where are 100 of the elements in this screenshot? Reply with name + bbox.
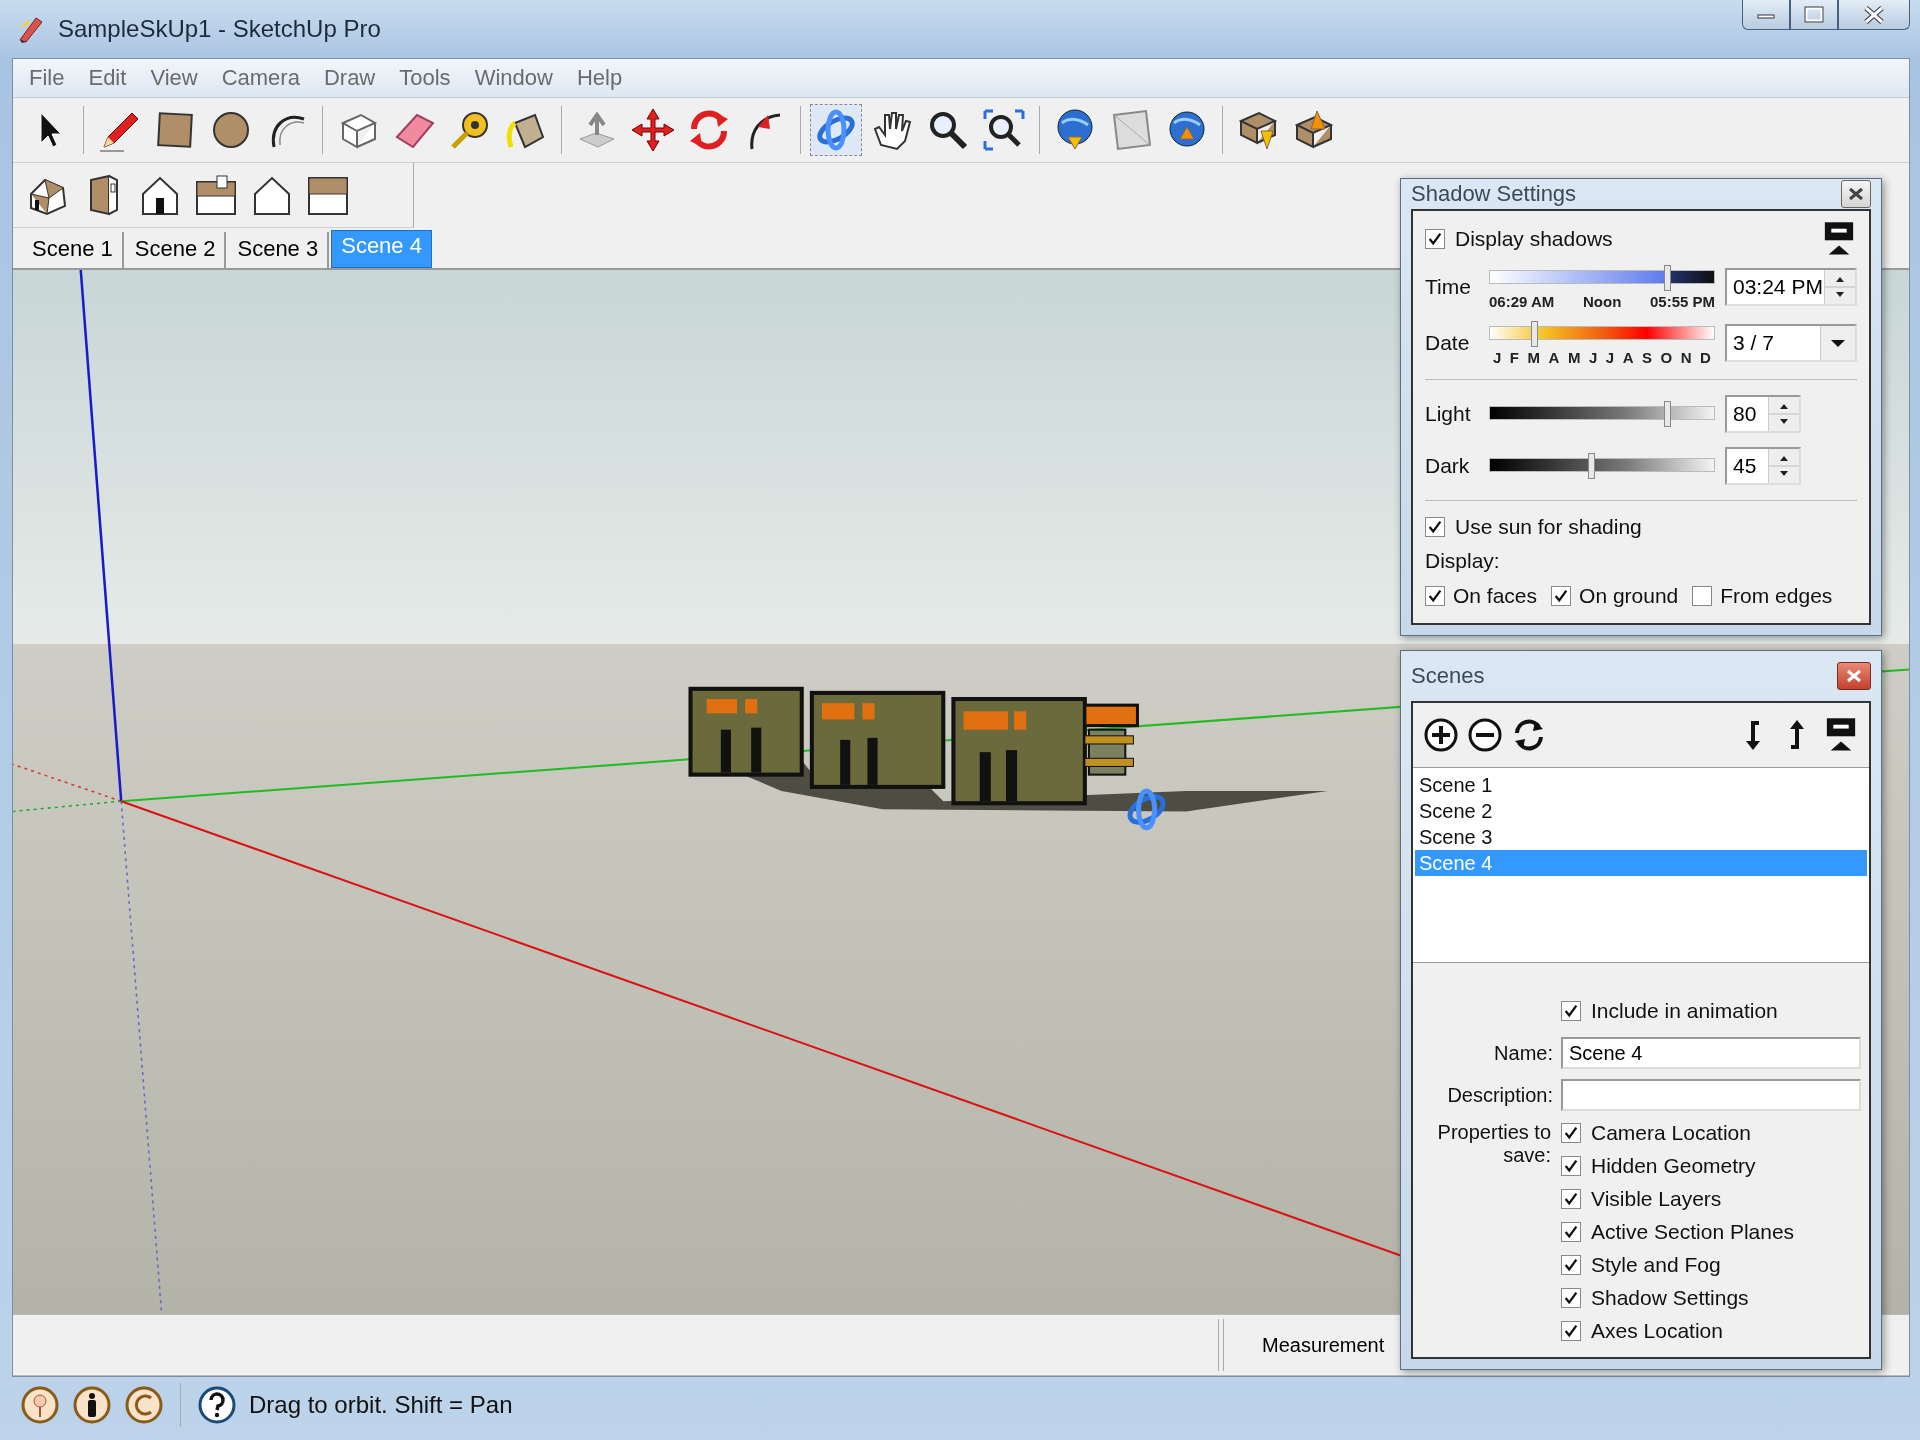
menu-item[interactable]: Help [566,63,633,93]
checkbox[interactable] [1425,517,1445,537]
minimize-button[interactable] [1742,0,1790,30]
checkbox[interactable] [1561,1222,1581,1242]
menu-item[interactable]: View [140,63,208,93]
checkbox[interactable] [1561,1001,1581,1021]
checkbox[interactable] [1692,586,1713,606]
description-field[interactable] [1561,1079,1861,1111]
month-label: J [1493,348,1502,366]
scene-list-item[interactable]: Scene 2 [1415,798,1867,824]
time-slider[interactable] [1489,264,1715,291]
field-label: Light [1425,402,1472,426]
checkbox-label: On ground [1579,584,1679,608]
slider-tick-label: Noon [1582,292,1622,310]
checkbox[interactable] [1561,1123,1581,1143]
month-label: A [1622,348,1634,366]
checkbox-label: Style and Fog [1591,1253,1721,1277]
close-button[interactable] [1837,662,1871,690]
field-label: Description: [1446,1083,1553,1107]
status-message: Drag to orbit. Shift = Pan [249,1390,513,1419]
checkbox-label: Include in animation [1591,999,1778,1023]
checkbox-label: Camera Location [1591,1121,1751,1145]
menu-item[interactable]: Draw [313,63,386,93]
checkbox-label: Display shadows [1455,227,1613,251]
close-button[interactable] [1838,0,1910,30]
month-label: J [1605,348,1615,366]
checkbox-label: Hidden Geometry [1591,1154,1756,1178]
field-label: Properties to save: [1436,1121,1551,1167]
date-slider[interactable] [1489,320,1715,347]
field-label: Time [1425,275,1472,299]
remove-icon[interactable] [1467,717,1503,753]
checkbox[interactable] [1561,1288,1581,1308]
light-slider[interactable] [1489,401,1715,427]
number-field[interactable]: 45 [1725,447,1801,485]
month-label: M [1567,348,1581,366]
credits-icon[interactable] [124,1384,164,1425]
close-icon [1848,187,1864,201]
checkbox[interactable] [1561,1321,1581,1341]
time-field[interactable]: 03:24 PM [1725,268,1857,306]
checkbox[interactable] [1561,1255,1581,1275]
checkbox[interactable] [1425,229,1445,249]
field-label: Dark [1425,454,1471,478]
checkbox-label: Visible Layers [1591,1187,1722,1211]
help-icon[interactable] [197,1384,237,1425]
close-button[interactable] [1841,180,1871,208]
orbit-icon[interactable] [811,105,861,155]
slider-tick-label: 06:29 AM [1489,292,1555,310]
spin-buttons[interactable] [1824,270,1855,304]
menu-item[interactable]: Edit [78,63,137,93]
menu-item[interactable]: Window [464,63,563,93]
orbit-cursor-icon [1127,788,1166,831]
field-label: Date [1425,331,1471,355]
dark-slider[interactable] [1489,453,1715,479]
spin-buttons[interactable] [1768,397,1799,431]
menu-item[interactable]: Camera [211,63,310,93]
panel-title: Scenes [1411,663,1485,689]
slider-thumb[interactable] [1587,453,1595,479]
menu-item[interactable]: File [19,63,75,93]
dropdown-caret-icon[interactable] [1820,326,1855,360]
maximize-icon [1803,5,1825,24]
close-icon [1863,5,1885,24]
slider-tick-label: 05:55 PM [1649,292,1715,310]
name-field[interactable]: Scene 4 [1561,1037,1861,1069]
spin-buttons[interactable] [1768,449,1799,483]
menu-item[interactable]: Tools [389,63,461,93]
checkbox[interactable] [1561,1156,1581,1176]
section-label: Display: [1425,548,1501,574]
scene-list-item[interactable]: Scene 3 [1415,824,1867,850]
month-label: J [1588,348,1598,366]
geo-location-icon[interactable] [20,1384,60,1425]
checkbox-label: Axes Location [1591,1319,1723,1343]
checkbox[interactable] [1561,1189,1581,1209]
month-label: D [1700,348,1711,366]
number-field[interactable]: 80 [1725,395,1801,433]
slider-thumb[interactable] [1530,320,1538,347]
window-title: SampleSkUp1 - SketchUp Pro [58,15,381,43]
date-dropdown[interactable]: 3 / 7 [1725,324,1857,362]
checkbox-label: From edges [1720,584,1833,608]
slider-thumb[interactable] [1664,264,1672,291]
maximize-button[interactable] [1790,0,1838,30]
checkbox-label: On faces [1453,584,1538,608]
checkbox-label: Active Section Planes [1591,1220,1795,1244]
person-icon[interactable] [72,1384,112,1425]
checkbox[interactable] [1425,586,1445,606]
month-label: F [1509,348,1520,366]
month-label: M [1527,348,1541,366]
field-label: Name: [1493,1041,1553,1065]
close-icon [1846,669,1862,683]
month-label: O [1660,348,1673,366]
checkbox-label: Use sun for shading [1455,515,1642,539]
add-icon[interactable] [1423,717,1459,753]
checkbox[interactable] [1551,586,1572,606]
panel-title: Shadow Settings [1411,181,1577,207]
month-label: S [1642,348,1653,366]
measurements-label: Measurement [1262,1333,1385,1357]
month-label: N [1680,348,1692,366]
month-label: A [1548,348,1560,366]
scene-list-item[interactable]: Scene 1 [1415,772,1867,798]
slider-thumb[interactable] [1664,401,1672,427]
checkbox-label: Shadow Settings [1591,1286,1749,1310]
